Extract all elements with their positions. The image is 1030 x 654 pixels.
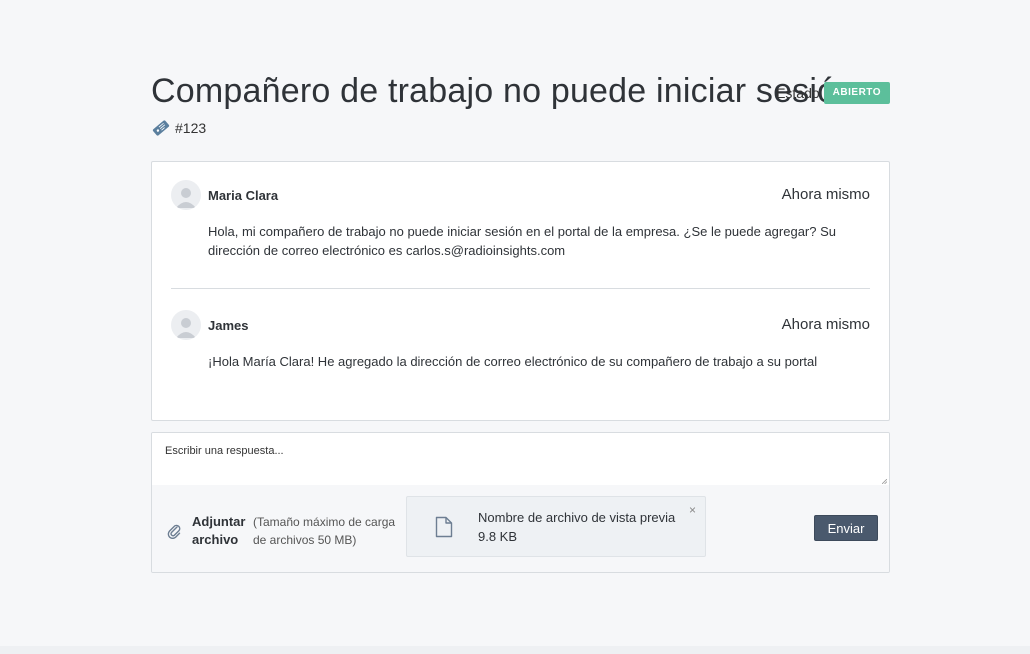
status-badge: ABIERTO (823, 82, 890, 104)
message-time: Ahora mismo (781, 186, 870, 203)
file-name: Nombre de archivo de vista previa (478, 510, 676, 525)
status-group: Estado ABIERTO (776, 82, 890, 104)
ticket-number: #123 (175, 120, 207, 136)
ticket-id-row: #123 (151, 118, 206, 138)
send-button[interactable]: Enviar (814, 515, 878, 541)
message-author: Maria Clara (208, 188, 279, 203)
avatar (171, 310, 201, 340)
user-avatar-icon (176, 188, 196, 208)
reply-input[interactable] (152, 433, 889, 485)
paperclip-icon (167, 524, 181, 539)
message-author: James (208, 318, 249, 333)
resize-grip-icon[interactable] (882, 479, 887, 484)
user-avatar-icon (176, 318, 196, 338)
message-body: ¡Hola María Clara! He agregado la direcc… (208, 354, 818, 369)
reply-composer: Adjuntar archivo (Tamaño máximo de carga… (151, 432, 890, 573)
status-label: Estado (776, 85, 820, 101)
message-body: Hola, mi compañero de trabajo no puede i… (208, 224, 836, 258)
file-preview: Nombre de archivo de vista previa 9.8 KB… (406, 496, 706, 557)
close-icon[interactable]: × (689, 503, 696, 517)
page-title: Compañero de trabajo no puede iniciar se… (151, 72, 856, 110)
message-divider (171, 288, 870, 289)
message-time: Ahora mismo (781, 316, 870, 333)
attach-file-label: Adjuntar archivo (192, 514, 246, 547)
page-footer-strip (0, 646, 1030, 654)
composer-footer: Adjuntar archivo (Tamaño máximo de carga… (152, 485, 889, 572)
ticket-header: Compañero de trabajo no puede iniciar se… (151, 72, 890, 142)
ticket-icon (152, 120, 170, 136)
avatar (171, 180, 201, 210)
file-size: 9.8 KB (478, 529, 518, 544)
message-thread: Maria Clara Ahora mismo Hola, mi compañe… (151, 161, 890, 421)
upload-size-note: (Tamaño máximo de carga de archivos 50 M… (253, 515, 396, 547)
document-icon (435, 516, 453, 538)
attach-file-button[interactable]: Adjuntar archivo (166, 513, 246, 549)
ticket-page: Compañero de trabajo no puede iniciar se… (0, 0, 1030, 654)
